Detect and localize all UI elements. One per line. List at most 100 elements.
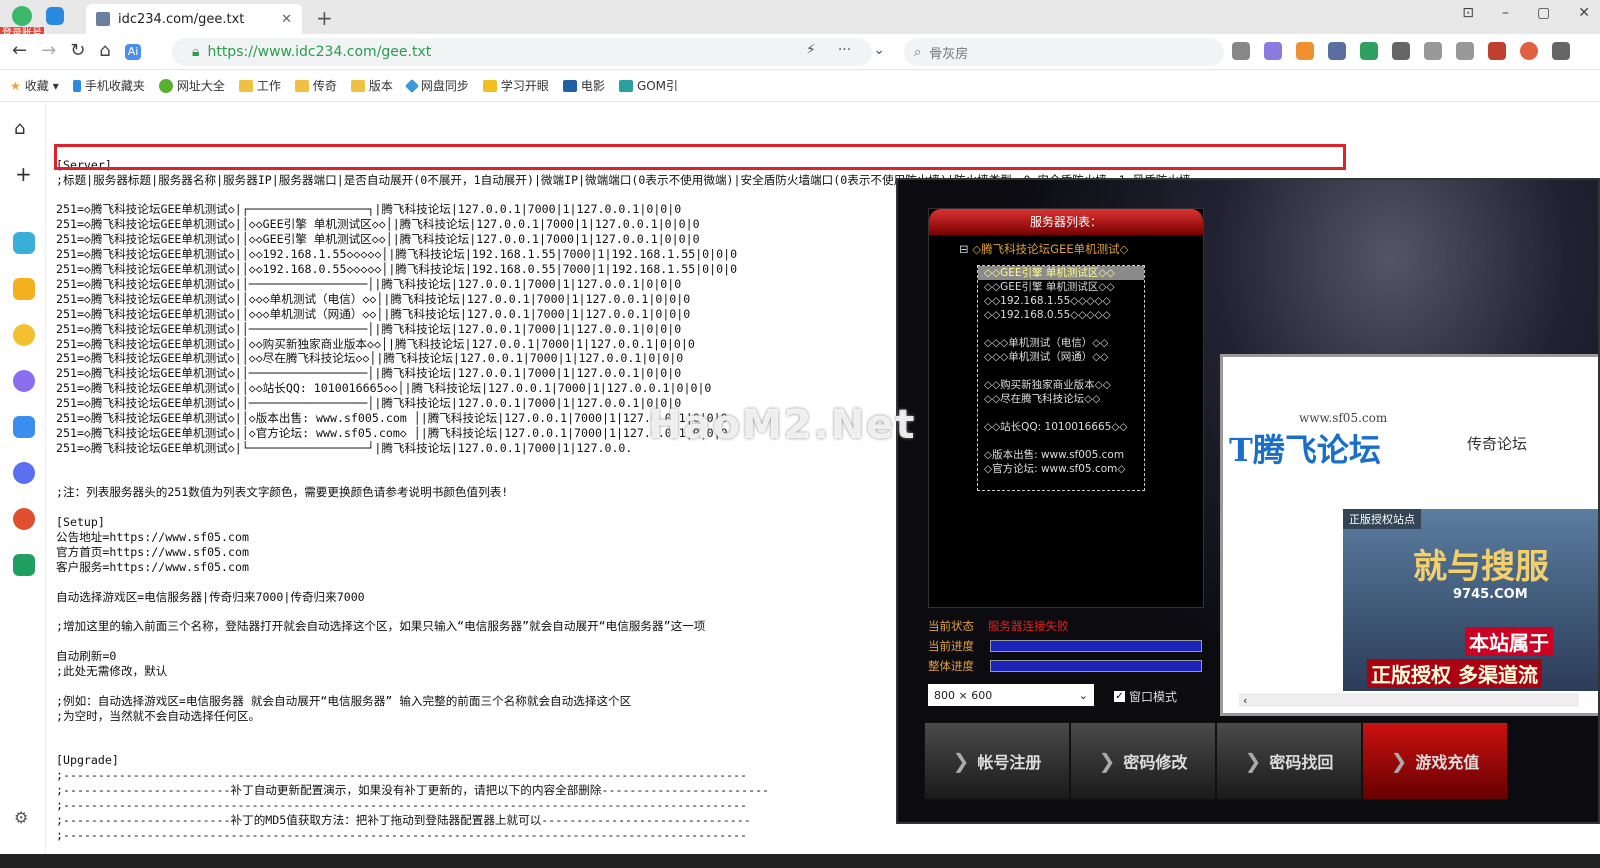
lightning-icon[interactable]: ⚡︎ xyxy=(806,42,816,58)
resolution-select[interactable]: 800 × 600 ⌄ xyxy=(928,684,1094,706)
home-icon[interactable]: ⌂ xyxy=(14,118,25,139)
server-list-panel: 服务器列表： ⊟ ◇腾飞科技论坛GEE单机测试◇ ◇◇GEE引擎 单机测试区◇◇… xyxy=(928,208,1204,608)
new-tab-button[interactable]: + xyxy=(316,6,333,30)
server-group[interactable]: ⊟ ◇腾飞科技论坛GEE单机测试◇ xyxy=(929,235,1203,259)
server-item[interactable]: ◇◇购买新独家商业版本◇◇ xyxy=(978,378,1144,392)
bookmark-item[interactable]: 手机收藏夹 xyxy=(72,77,145,94)
server-item[interactable]: ◇◇192.168.1.55◇◇◇◇◇ xyxy=(978,294,1144,308)
server-item[interactable]: ◇◇◇单机测试（网通）◇◇ xyxy=(978,350,1144,364)
browser-logo-icon[interactable] xyxy=(12,6,32,26)
server-item[interactable] xyxy=(978,364,1144,378)
forum-nav-link[interactable]: 传奇论坛 xyxy=(1467,433,1527,454)
server-item[interactable]: ◇官方论坛: www.sf05.com◇ xyxy=(978,462,1144,476)
window-mode-checkbox[interactable]: ✓ 窗口模式 xyxy=(1114,688,1177,705)
status-value: 服务器连接失败 xyxy=(988,619,1069,633)
minimize-icon[interactable]: – xyxy=(1502,5,1509,21)
bookmark-item[interactable]: GOM引 xyxy=(618,77,678,94)
bookmark-item[interactable]: 网盘同步 xyxy=(404,77,469,94)
undo-icon[interactable] xyxy=(1456,42,1474,60)
add-icon[interactable]: + xyxy=(15,162,32,186)
browser-sidebar: ⌂ + ⚙ xyxy=(0,102,46,854)
download-icon[interactable] xyxy=(1424,42,1442,60)
weibo-icon[interactable] xyxy=(13,508,35,530)
settings-icon[interactable]: ⚙ xyxy=(14,808,28,827)
server-item[interactable]: ◇◇GEE引擎 单机测试区◇◇ xyxy=(978,280,1144,294)
watermark: HaoM2.Net xyxy=(648,402,917,448)
status-row: 当前状态 服务器连接失败 xyxy=(928,619,1069,633)
star-app-icon[interactable] xyxy=(13,278,35,300)
close-window-icon[interactable]: ✕ xyxy=(1578,5,1590,21)
server-item[interactable]: ◇◇GEE引擎 单机测试区◇◇ xyxy=(978,266,1144,280)
search-icon: ⌕ xyxy=(914,44,922,60)
more-icon[interactable]: ··· xyxy=(838,42,851,58)
game-icon[interactable] xyxy=(1296,42,1314,60)
check-icon: ✓ xyxy=(1114,691,1125,702)
total-progress-row: 整体进度 xyxy=(928,658,1202,674)
chevron-icon: ❯ xyxy=(1390,749,1408,773)
server-item[interactable]: ◇◇尽在腾飞科技论坛◇◇ xyxy=(978,392,1144,406)
folder-icon xyxy=(238,79,253,92)
close-tab-icon[interactable]: ✕ xyxy=(281,12,292,27)
mail-icon[interactable] xyxy=(13,554,35,576)
bookmark-folder[interactable]: 工作 xyxy=(238,77,281,94)
message-icon[interactable] xyxy=(13,462,35,484)
nav-buttons: ← → ↻ ⌂ Ai xyxy=(12,40,142,61)
launcher-buttons: ❯ 帐号注册 ❯ 密码修改 ❯ 密码找回 ❯ 游戏充值 xyxy=(924,722,1508,800)
reload-icon[interactable]: ↻ xyxy=(70,40,85,61)
diamond-icon xyxy=(404,78,419,93)
ai-icon[interactable]: Ai xyxy=(124,44,142,60)
server-item[interactable]: ◇◇站长QQ: 1010016665◇◇ xyxy=(978,420,1144,434)
wallet-icon[interactable] xyxy=(1360,42,1378,60)
ad-banner[interactable]: 正版授权站点 就与搜服 9745.COM 本站属于 正版授权 多渠道流 xyxy=(1343,509,1598,691)
pin-icon[interactable]: ⊡ xyxy=(1462,5,1474,21)
ai-assistant-icon[interactable] xyxy=(13,370,35,392)
scissors-icon[interactable] xyxy=(1232,42,1250,60)
gom-icon xyxy=(618,79,633,92)
home-icon[interactable]: ⌂ xyxy=(99,40,110,61)
server-item[interactable] xyxy=(978,406,1144,420)
back-icon[interactable]: ← xyxy=(12,40,27,61)
bookmark-item[interactable]: 电影 xyxy=(562,77,605,94)
recharge-button[interactable]: ❯ 游戏充值 xyxy=(1362,722,1508,800)
url-field[interactable]: 🔒︎ https://www.idc234.com/gee.txt xyxy=(172,38,872,66)
server-item[interactable]: ◇◇192.168.0.55◇◇◇◇◇ xyxy=(978,308,1144,322)
search-input[interactable]: ⌕ 骨灰房 xyxy=(904,38,1224,66)
status-bar xyxy=(0,854,1600,868)
chat-icon[interactable] xyxy=(13,324,35,346)
folder-icon xyxy=(294,79,309,92)
game-launcher: 服务器列表： ⊟ ◇腾飞科技论坛GEE单机测试◇ ◇◇GEE引擎 单机测试区◇◇… xyxy=(896,178,1600,824)
bookmark-folder[interactable]: 版本 xyxy=(350,77,393,94)
bookmark-item[interactable]: 网址大全 xyxy=(158,77,225,94)
window-controls: ⊡ – ▢ ✕ xyxy=(1462,5,1590,21)
forward-icon[interactable]: → xyxy=(41,40,56,61)
bookmark-favorites[interactable]: ★ 收藏 ▾ xyxy=(10,77,59,94)
server-item[interactable] xyxy=(978,322,1144,336)
page-icon xyxy=(96,12,110,26)
server-item[interactable]: ◇版本出售: www.sf005.com xyxy=(978,448,1144,462)
address-bar-row: ← → ↻ ⌂ Ai 🔒︎ https://www.idc234.com/gee… xyxy=(0,34,1600,70)
bookmark-item[interactable]: 学习开眼 xyxy=(482,77,549,94)
maximize-icon[interactable]: ▢ xyxy=(1537,5,1550,21)
translate-icon[interactable] xyxy=(1264,42,1282,60)
collapse-icon[interactable]: ⊟ xyxy=(959,242,972,256)
chevron-down-icon[interactable]: ⌄ xyxy=(873,42,885,58)
bag-icon[interactable] xyxy=(1488,42,1506,60)
bookmark-folder[interactable]: 传奇 xyxy=(294,77,337,94)
menu-icon[interactable] xyxy=(1552,42,1570,60)
ai-icon[interactable] xyxy=(13,416,35,438)
horizontal-scrollbar[interactable]: ‹ xyxy=(1239,693,1579,707)
app-icon[interactable] xyxy=(13,232,35,254)
register-button[interactable]: ❯ 帐号注册 xyxy=(924,722,1070,800)
forum-logo[interactable]: www.sf05.com T腾飞论坛 xyxy=(1229,411,1387,471)
server-list-title: 服务器列表： xyxy=(929,209,1203,235)
user-avatar-icon[interactable] xyxy=(1520,42,1538,60)
eye-icon[interactable] xyxy=(1328,42,1346,60)
change-password-button[interactable]: ❯ 密码修改 xyxy=(1070,722,1216,800)
recover-password-button[interactable]: ❯ 密码找回 xyxy=(1216,722,1362,800)
extensions-icon[interactable] xyxy=(1392,42,1410,60)
telegram-icon[interactable] xyxy=(46,7,64,25)
server-item[interactable] xyxy=(978,434,1144,448)
tab-active[interactable]: idc234.com/gee.txt ✕ xyxy=(86,4,302,34)
chevron-left-icon[interactable]: ‹ xyxy=(1243,694,1247,707)
server-item[interactable]: ◇◇◇单机测试（电信）◇◇ xyxy=(978,336,1144,350)
